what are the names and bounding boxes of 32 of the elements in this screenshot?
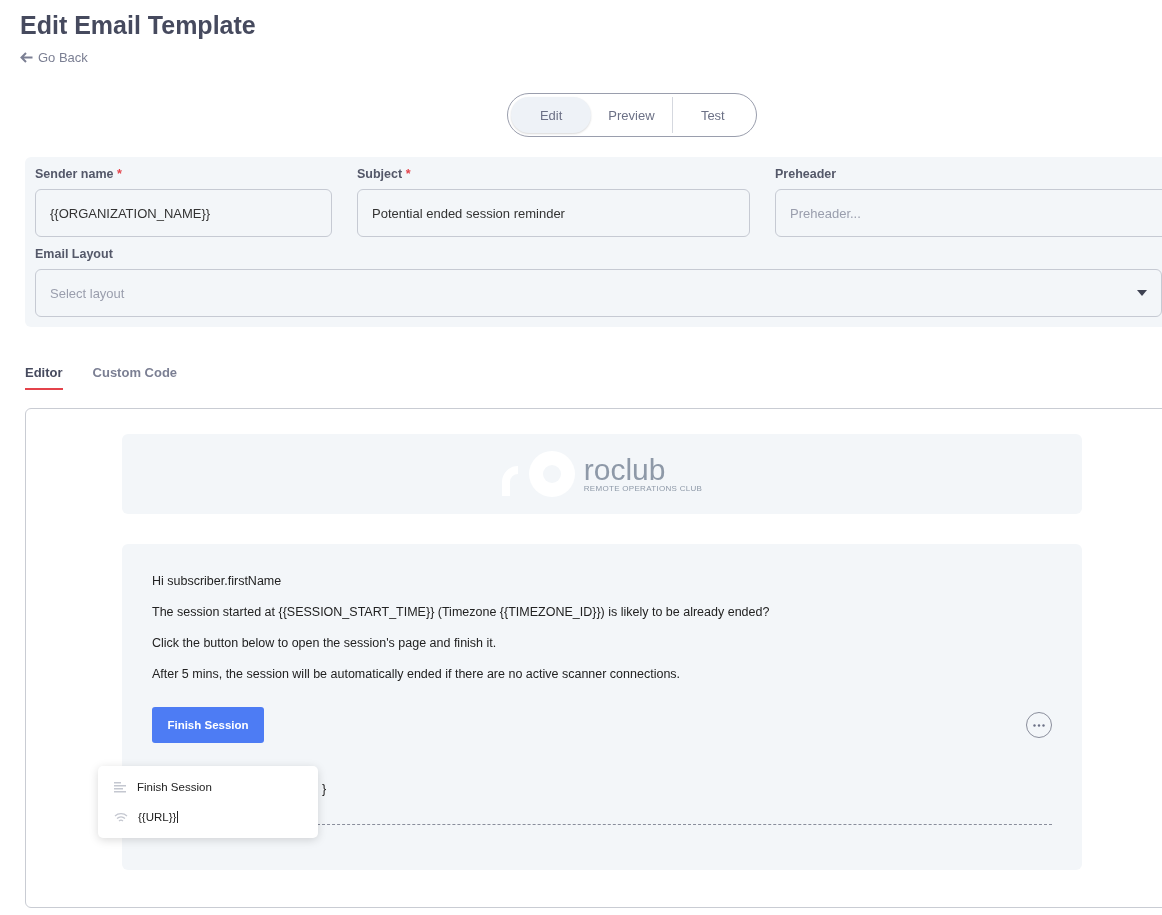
logo-tagline: REMOTE OPERATIONS CLUB: [583, 483, 703, 493]
field-label: Sender name *: [35, 167, 123, 181]
body-text: The session started at {{SESSION_START_TIME}} (Timezone {{TIMEZONE_ID}}) is likely to be already ended?: [152, 605, 771, 619]
mode-tab[interactable]: Test: [671, 97, 753, 133]
body-text: }: [322, 782, 327, 796]
required-mark: *: [405, 167, 411, 181]
back-arrow-icon: [20, 52, 33, 63]
finish-session-button[interactable]: Finish Session: [152, 707, 264, 743]
body-text: After 5 mins, the session will be automatically ended if there are no active scanner connections.: [152, 667, 682, 681]
text-field[interactable]: Potential ended session reminder: [357, 189, 750, 237]
body-text: Click the button below to open the session's page and finish it.: [152, 636, 498, 650]
editor-tab[interactable]: Custom Code: [92, 365, 178, 390]
field-label: Preheader: [775, 167, 838, 181]
link-field[interactable]: {{URL}}: [138, 811, 179, 823]
required-mark: *: [117, 167, 122, 181]
editor-tab[interactable]: Editor: [25, 365, 63, 390]
logo-name: roclub: [583, 455, 667, 484]
page-title: Edit Email Template: [20, 10, 257, 41]
body-text: Hi subscriber.firstName: [152, 574, 283, 588]
more-icon: [1033, 723, 1045, 727]
mode-tab[interactable]: Preview: [591, 97, 672, 133]
dropdown-caret-icon: [1137, 290, 1147, 296]
wifi-icon: [114, 812, 128, 822]
back-link[interactable]: Go Back: [20, 50, 88, 65]
layout-select[interactable]: Select layout: [35, 269, 1162, 317]
text-field[interactable]: {{ORGANIZATION_NAME}}: [35, 189, 332, 237]
field-label: Subject *: [357, 167, 412, 181]
mode-tab[interactable]: Edit: [511, 97, 592, 133]
field-label: Email Layout: [35, 247, 114, 261]
text-icon: [114, 781, 127, 793]
text-field[interactable]: Preheader...: [775, 189, 1162, 237]
button-text-field[interactable]: Finish Session: [137, 781, 212, 793]
